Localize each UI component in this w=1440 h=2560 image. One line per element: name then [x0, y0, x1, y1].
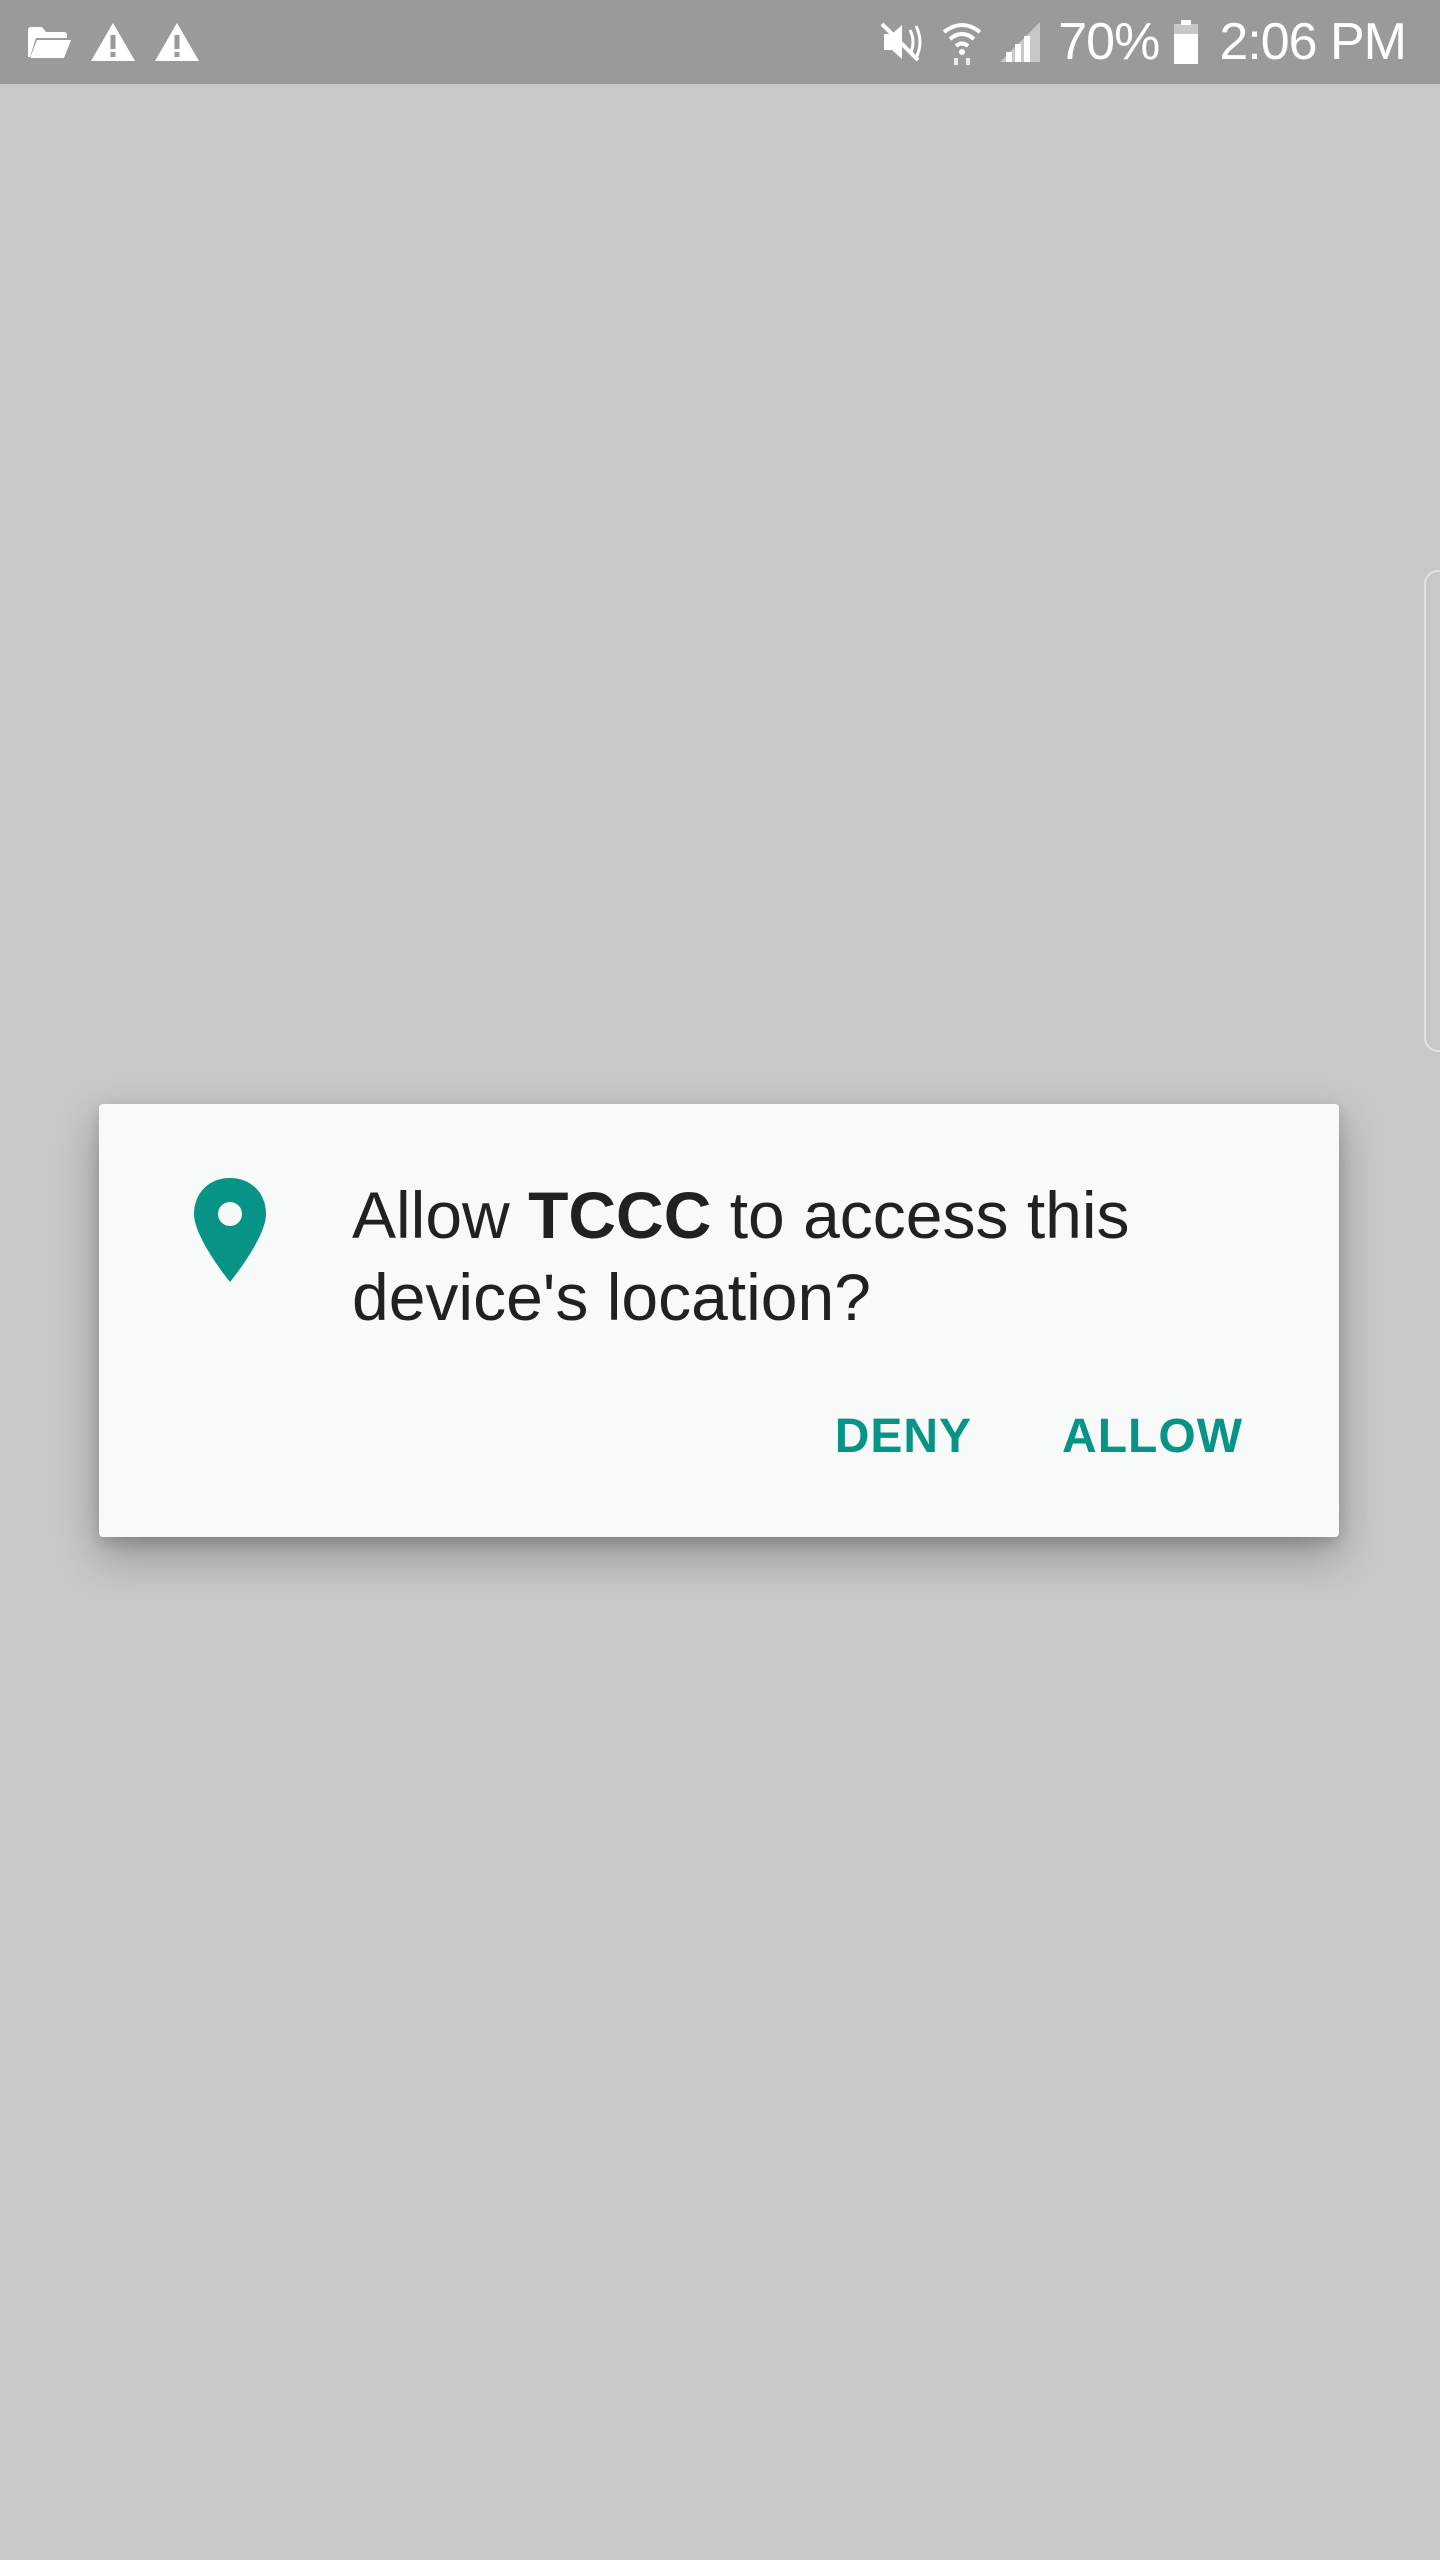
allow-button[interactable]: ALLOW	[1062, 1409, 1243, 1464]
system-status: 70% 2:06 PM	[878, 10, 1407, 74]
dialog-actions: DENY ALLOW	[835, 1404, 1243, 1468]
location-permission-dialog: Allow TCCC to access this device's locat…	[99, 1104, 1339, 1537]
notification-icons	[26, 18, 200, 66]
battery-icon	[1173, 19, 1199, 65]
warning-icon	[90, 22, 136, 62]
status-bar: 70% 2:06 PM	[0, 0, 1440, 84]
message-prefix: Allow	[352, 1178, 529, 1252]
location-pin-icon	[192, 1176, 268, 1284]
wifi-icon	[940, 18, 984, 66]
deny-button[interactable]: DENY	[835, 1409, 972, 1464]
edge-panel-handle[interactable]	[1424, 570, 1440, 1052]
dialog-message: Allow TCCC to access this device's locat…	[352, 1174, 1282, 1338]
signal-icon	[998, 20, 1044, 64]
battery-percentage: 70%	[1058, 13, 1160, 71]
folder-icon	[26, 24, 72, 60]
app-name: TCCC	[528, 1178, 712, 1252]
mute-icon	[878, 20, 926, 64]
warning-icon	[154, 22, 200, 62]
clock: 2:06 PM	[1219, 13, 1407, 71]
